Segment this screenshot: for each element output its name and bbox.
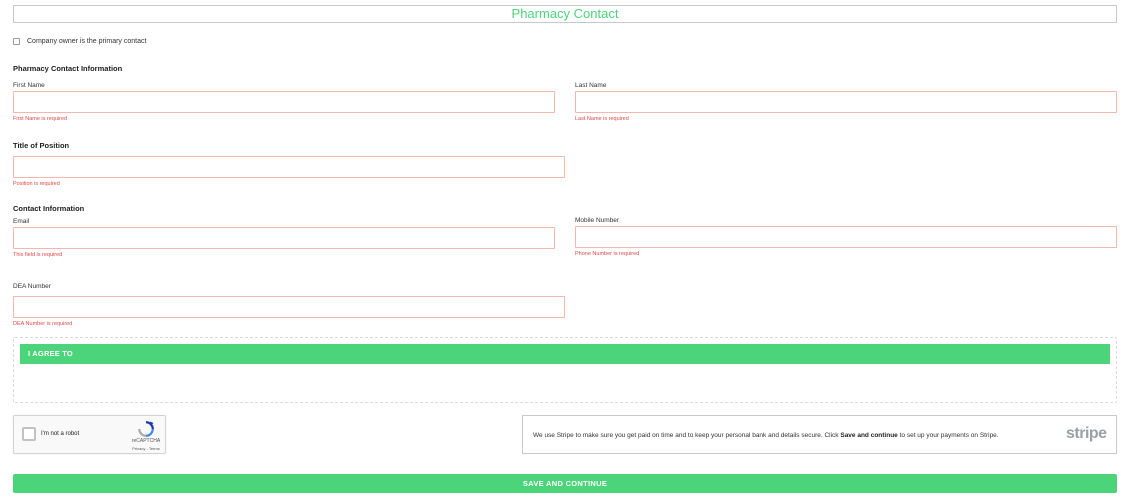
dea-label: DEA Number: [13, 283, 51, 290]
first-name-label: First Name: [13, 82, 45, 89]
mobile-label: Mobile Number: [575, 217, 620, 224]
agree-bar[interactable]: I AGREE TO: [20, 344, 1110, 364]
agree-label: I AGREE TO: [28, 349, 73, 358]
stripe-save-continue-emphasis: Save and continue: [840, 432, 898, 439]
recaptcha-brand: reCAPTCHA: [131, 438, 161, 444]
recaptcha-widget: I'm not a robot reCAPTCHA Privacy - Term…: [13, 415, 166, 454]
position-input[interactable]: [13, 156, 565, 178]
recaptcha-icon: [138, 421, 154, 437]
dea-input[interactable]: [13, 296, 565, 318]
stripe-notice-text: We use Stripe to make sure you get paid …: [533, 432, 999, 439]
recaptcha-label: I'm not a robot: [41, 431, 80, 437]
contact-info-heading: Pharmacy Contact Information: [13, 64, 123, 73]
last-name-label: Last Name: [575, 82, 607, 89]
position-heading: Title of Position: [13, 141, 70, 150]
dea-error: DEA Number is required: [13, 321, 73, 327]
stripe-logo: stripe: [1066, 425, 1107, 442]
last-name-error: Last Name is required: [575, 116, 629, 122]
recaptcha-privacy-terms[interactable]: Privacy - Terms: [126, 446, 166, 451]
mobile-error: Phone Number is required: [575, 251, 640, 257]
owner-primary-contact-label: Company owner is the primary contact: [27, 38, 147, 45]
position-error: Position is required: [13, 181, 60, 187]
first-name-error: First Name is required: [13, 116, 68, 122]
recaptcha-checkbox[interactable]: [22, 427, 36, 441]
mobile-input[interactable]: [575, 226, 1117, 248]
contact-heading: Contact Information: [13, 204, 85, 213]
section-header: Pharmacy Contact: [13, 5, 1117, 23]
save-and-continue-button[interactable]: SAVE AND CONTINUE: [13, 474, 1117, 493]
email-input[interactable]: [13, 227, 555, 249]
page-title: Pharmacy Contact: [511, 6, 619, 21]
last-name-input[interactable]: [575, 91, 1117, 113]
first-name-input[interactable]: [13, 91, 555, 113]
stripe-notice: We use Stripe to make sure you get paid …: [522, 415, 1117, 454]
email-label: Email: [13, 218, 30, 225]
email-error: This field is required: [13, 252, 63, 258]
owner-primary-contact-checkbox[interactable]: [13, 38, 20, 45]
